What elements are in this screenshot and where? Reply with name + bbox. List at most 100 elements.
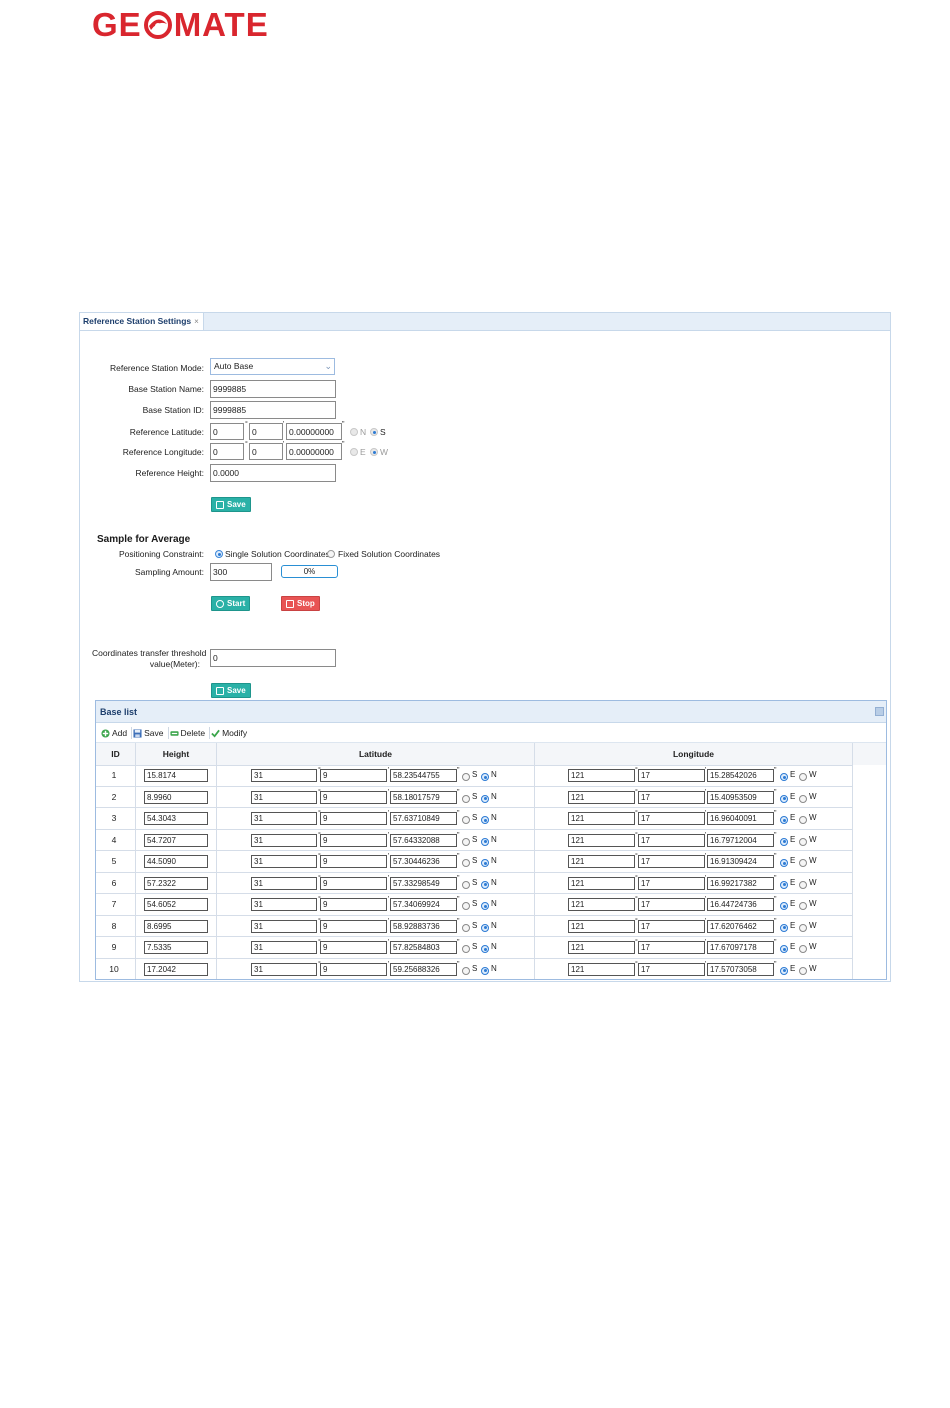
lat-s-radio[interactable] (462, 859, 470, 867)
lat-min-input[interactable] (320, 855, 387, 868)
lon-min-input[interactable] (249, 443, 283, 460)
lon-e-radio[interactable] (780, 773, 788, 781)
lon-w-radio[interactable] (370, 448, 378, 456)
threshold-save-button[interactable]: Save (211, 683, 251, 698)
lon-sec-input[interactable] (707, 833, 774, 847)
lon-deg-input[interactable] (568, 876, 635, 890)
height-input[interactable] (144, 898, 208, 911)
lat-s-radio[interactable] (462, 902, 470, 910)
lat-deg-input[interactable] (251, 898, 317, 911)
lon-sec-input[interactable] (707, 855, 774, 868)
lon-w-radio[interactable] (799, 859, 807, 867)
lat-s-radio[interactable] (462, 816, 470, 824)
lon-sec-input[interactable] (707, 919, 774, 933)
lon-sec-input[interactable] (707, 812, 774, 825)
start-button[interactable]: Start (211, 596, 251, 611)
lat-s-radio[interactable] (462, 945, 470, 953)
lon-deg-input[interactable] (210, 443, 244, 460)
modify-button[interactable]: Modify (210, 727, 251, 739)
lat-s-radio[interactable] (462, 837, 470, 846)
lon-min-input[interactable] (638, 962, 705, 976)
lat-n-radio[interactable] (350, 428, 358, 436)
lon-min-input[interactable] (638, 876, 705, 890)
lon-deg-input[interactable] (568, 855, 635, 868)
lat-min-input[interactable] (320, 919, 387, 933)
lon-w-radio[interactable] (799, 902, 807, 910)
lat-n-radio[interactable] (481, 966, 489, 975)
lon-sec-input[interactable] (707, 790, 774, 804)
lon-deg-input[interactable] (568, 898, 635, 911)
lon-min-input[interactable] (638, 941, 705, 954)
lat-s-radio[interactable] (462, 923, 470, 932)
lat-sec-input[interactable] (390, 919, 457, 933)
lat-s-radio[interactable] (462, 966, 470, 975)
lon-w-radio[interactable] (799, 945, 807, 953)
lat-min-input[interactable] (320, 812, 387, 825)
lon-sec-input[interactable] (707, 876, 774, 890)
lat-sec-input[interactable] (390, 876, 457, 890)
lon-sec-input[interactable] (707, 898, 774, 911)
lat-min-input[interactable] (320, 898, 387, 911)
lon-w-radio[interactable] (799, 773, 807, 781)
lon-e-radio[interactable] (780, 794, 788, 803)
height-input[interactable] (144, 790, 208, 804)
lat-n-radio[interactable] (481, 816, 489, 824)
tab-reference-station-settings[interactable]: Reference Station Settings × (80, 313, 204, 330)
tab-close-icon[interactable]: × (194, 313, 199, 330)
lat-n-radio[interactable] (481, 923, 489, 932)
lon-deg-input[interactable] (568, 769, 635, 782)
lon-w-radio[interactable] (799, 923, 807, 932)
lat-n-radio[interactable] (481, 837, 489, 846)
lat-deg-input[interactable] (251, 876, 317, 890)
lat-sec-input[interactable] (286, 423, 342, 440)
lon-sec-input[interactable] (707, 962, 774, 976)
lat-sec-input[interactable] (390, 898, 457, 911)
mode-select[interactable]: Auto Base ⌄ (210, 358, 335, 375)
lat-n-radio[interactable] (481, 945, 489, 953)
lat-sec-input[interactable] (390, 812, 457, 825)
lon-sec-input[interactable] (286, 443, 342, 460)
lat-deg-input[interactable] (251, 941, 317, 954)
lat-deg-input[interactable] (251, 769, 317, 782)
lat-s-radio[interactable] (462, 794, 470, 803)
save-button[interactable]: Save (211, 497, 251, 512)
height-input[interactable] (144, 855, 208, 868)
lat-n-radio[interactable] (481, 859, 489, 867)
height-input[interactable] (144, 941, 208, 954)
lon-deg-input[interactable] (568, 962, 635, 976)
lat-min-input[interactable] (320, 941, 387, 954)
lat-deg-input[interactable] (251, 962, 317, 976)
lon-e-radio[interactable] (350, 448, 358, 456)
lat-deg-input[interactable] (251, 919, 317, 933)
lon-deg-input[interactable] (568, 919, 635, 933)
threshold-input[interactable] (210, 649, 336, 667)
lat-sec-input[interactable] (390, 941, 457, 954)
add-button[interactable]: Add (100, 727, 133, 739)
lon-w-radio[interactable] (799, 966, 807, 975)
height-input[interactable] (144, 812, 208, 825)
lon-w-radio[interactable] (799, 837, 807, 846)
fixed-solution-radio[interactable] (327, 550, 335, 558)
lat-min-input[interactable] (320, 769, 387, 782)
lon-min-input[interactable] (638, 812, 705, 825)
lon-e-radio[interactable] (780, 837, 788, 846)
sampling-amount-input[interactable] (210, 563, 272, 581)
lat-sec-input[interactable] (390, 962, 457, 976)
lat-deg-input[interactable] (251, 855, 317, 868)
list-save-button[interactable]: Save (132, 727, 169, 739)
lon-e-radio[interactable] (780, 966, 788, 975)
lon-e-radio[interactable] (780, 859, 788, 867)
lon-w-radio[interactable] (799, 816, 807, 824)
lon-min-input[interactable] (638, 833, 705, 847)
lon-e-radio[interactable] (780, 902, 788, 910)
height-input[interactable] (144, 769, 208, 782)
lat-s-radio[interactable] (462, 773, 470, 781)
lat-min-input[interactable] (320, 790, 387, 804)
lat-n-radio[interactable] (481, 880, 489, 889)
lon-min-input[interactable] (638, 769, 705, 782)
single-solution-radio[interactable] (215, 550, 223, 558)
lat-deg-input[interactable] (251, 790, 317, 804)
collapse-icon[interactable] (875, 707, 884, 716)
lon-min-input[interactable] (638, 898, 705, 911)
delete-button[interactable]: Delete (169, 727, 211, 739)
